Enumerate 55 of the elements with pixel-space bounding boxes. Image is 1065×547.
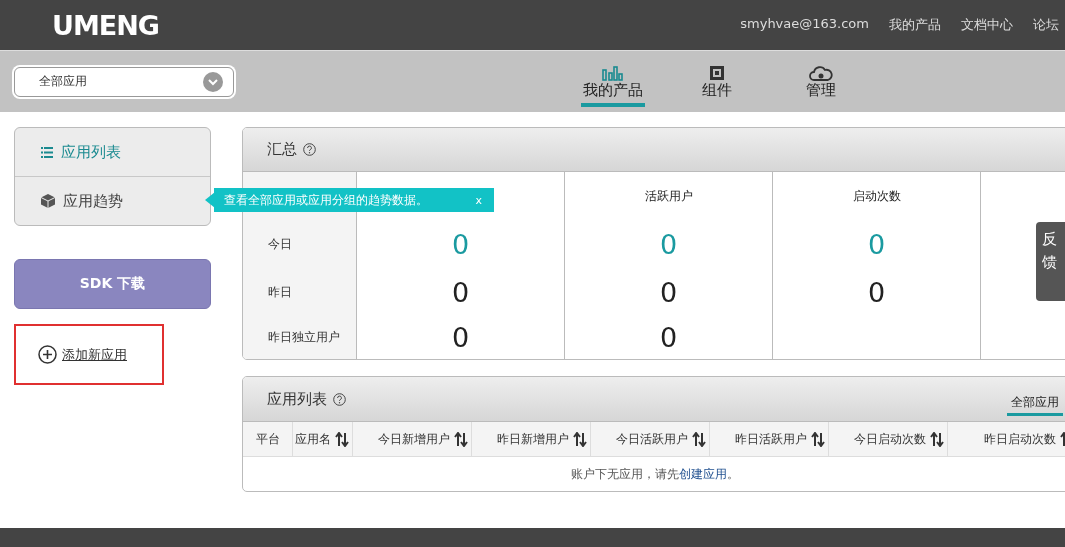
column-header[interactable]: 今日活跃用户	[591, 422, 710, 456]
column-header: 活跃用户	[565, 172, 773, 220]
column-header: 启动次数	[773, 172, 981, 220]
sort-icon[interactable]	[692, 431, 706, 447]
column-header[interactable]: 昨日新增用户	[472, 422, 591, 456]
column-header[interactable]: 应用名	[293, 422, 353, 456]
tooltip-text: 查看全部应用或应用分组的趋势数据。	[224, 192, 428, 208]
nav-tab[interactable]: 管理	[789, 56, 853, 107]
help-icon[interactable]	[303, 143, 316, 156]
bar-chart-icon	[602, 64, 624, 81]
grid-icon	[709, 64, 725, 81]
stat-value: 0	[565, 220, 773, 269]
stat-value: 0	[773, 269, 981, 315]
header-link[interactable]: smyhvae@163.com	[740, 16, 869, 34]
stat-value: 0	[357, 220, 565, 269]
feedback-tab[interactable]: 反馈	[1036, 222, 1065, 301]
stat-value: 0	[357, 269, 565, 315]
logo: UMENG	[52, 9, 159, 41]
column-header[interactable]: 今日新增用户	[353, 422, 472, 456]
sidebar-item[interactable]: 应用趋势	[15, 176, 210, 225]
empty-message: 账户下无应用，请先创建应用。	[570, 465, 739, 483]
cube-icon	[41, 194, 55, 208]
row-label: 昨日	[243, 269, 357, 315]
header-link[interactable]: 论坛	[1033, 16, 1059, 34]
create-app-link[interactable]: 创建应用	[678, 466, 727, 481]
sort-icon[interactable]	[454, 431, 468, 447]
row-label: 今日	[243, 220, 357, 269]
add-app-link[interactable]: 添加新应用	[38, 345, 127, 364]
panel-title: 应用列表	[267, 389, 327, 409]
help-icon[interactable]	[333, 392, 346, 406]
nav-tab[interactable]: 我的产品	[581, 56, 645, 107]
panel-title: 汇总	[267, 140, 297, 159]
sidebar-item[interactable]: 应用列表	[15, 128, 210, 176]
stat-value: 0	[565, 315, 773, 359]
header-link[interactable]: 我的产品	[889, 16, 941, 34]
stat-value: 0	[357, 315, 565, 359]
stat-value: 0	[565, 269, 773, 315]
chevron-down-icon	[203, 71, 223, 92]
sort-icon[interactable]	[335, 431, 349, 447]
plus-circle-icon	[38, 345, 57, 364]
filter-tab[interactable]: 全部应用	[1007, 388, 1063, 416]
row-label: 昨日独立用户	[243, 315, 357, 359]
column-header[interactable]: 平台	[243, 422, 293, 456]
app-select[interactable]: 全部应用	[14, 66, 234, 97]
column-header[interactable]: 今日启动次数	[829, 422, 948, 456]
column-header[interactable]: 昨日启动次数	[948, 422, 1065, 456]
sort-icon[interactable]	[930, 431, 944, 447]
cloud-icon	[809, 64, 833, 81]
header-link[interactable]: 文档中心	[961, 16, 1013, 34]
nav-tab[interactable]: 组件	[685, 56, 749, 107]
column-header[interactable]: 昨日活跃用户	[710, 422, 829, 456]
sort-icon[interactable]	[573, 431, 587, 447]
list-icon	[41, 146, 53, 158]
sort-icon[interactable]	[811, 431, 825, 447]
stat-value: 0	[773, 220, 981, 269]
